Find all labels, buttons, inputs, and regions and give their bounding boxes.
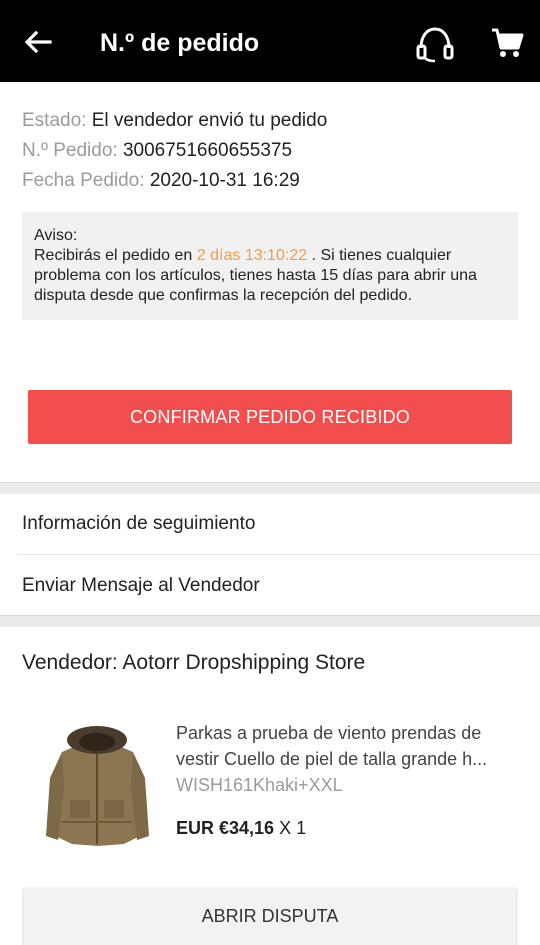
order-date-label: Fecha Pedido:: [22, 170, 145, 191]
order-status-label: Estado:: [22, 110, 87, 131]
section-divider: [0, 615, 540, 627]
notice-box: Aviso: Recibirás el pedido en 2 días 13:…: [22, 212, 518, 320]
notice-title: Aviso:: [34, 227, 78, 244]
order-number-value: 3006751660655375: [122, 140, 293, 161]
notice-countdown: 2 días 13:10:22: [196, 247, 308, 264]
order-date-value: 2020-10-31 16:29: [149, 170, 300, 191]
product-title-line1: Parkas a prueba de viento prendas de: [176, 723, 482, 743]
product-price-row: EUR €34,16 X 1: [176, 816, 306, 840]
order-number-label: N.º Pedido:: [22, 140, 118, 161]
order-status-value: El vendedor envió tu pedido: [91, 110, 328, 131]
message-seller-link[interactable]: Enviar Mensaje al Vendedor: [0, 556, 540, 616]
notice-text-before: Recibirás el pedido en: [34, 247, 193, 264]
product-quantity: X 1: [279, 818, 307, 838]
section-divider: [0, 482, 540, 494]
app-bar: N.º de pedido: [0, 0, 540, 82]
product-title[interactable]: Parkas a prueba de viento prendas de ves…: [176, 720, 522, 772]
arrow-left-icon[interactable]: [22, 26, 54, 58]
order-status-row: Estado: El vendedor envió tu pedido: [22, 106, 327, 136]
order-info: Estado: El vendedor envió tu pedido N.º …: [22, 106, 327, 196]
page-title: N.º de pedido: [100, 29, 260, 57]
shopping-cart-icon[interactable]: [490, 26, 524, 60]
order-number-row: N.º Pedido: 3006751660655375: [22, 136, 327, 166]
notice-text: Recibirás el pedido en 2 días 13:10:22 .…: [34, 246, 506, 306]
tracking-info-link[interactable]: Información de seguimiento: [0, 494, 540, 554]
product-sku: WISH161Khaki+XXL: [176, 775, 343, 795]
order-date-row: Fecha Pedido: 2020-10-31 16:29: [22, 166, 327, 196]
seller-name[interactable]: Vendedor: Aotorr Dropshipping Store: [22, 648, 365, 678]
open-dispute-button[interactable]: ABRIR DISPUTA: [24, 888, 516, 945]
confirm-received-button[interactable]: CONFIRMAR PEDIDO RECIBIDO: [28, 390, 512, 444]
list-divider: [18, 554, 540, 555]
headset-icon[interactable]: [414, 24, 456, 64]
parka-jacket-image[interactable]: [40, 718, 155, 858]
product-price: EUR €34,16: [176, 818, 275, 838]
product-title-line2: vestir Cuello de piel de talla grande h.…: [176, 749, 488, 769]
